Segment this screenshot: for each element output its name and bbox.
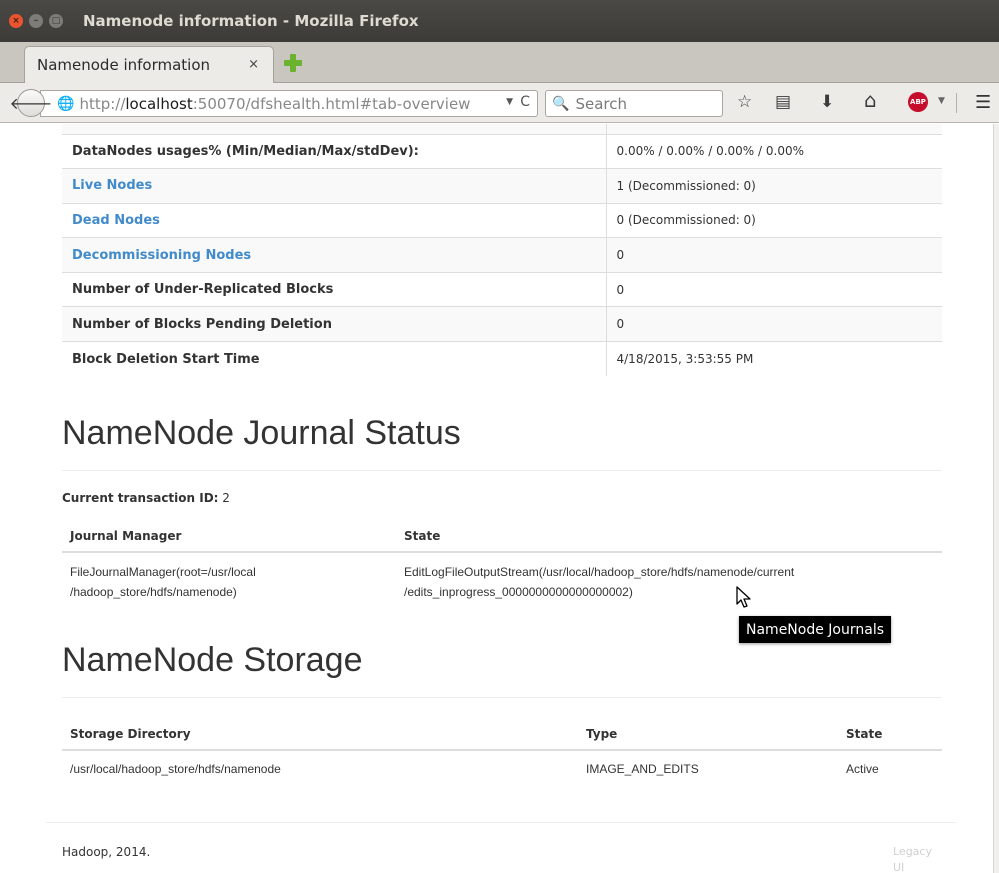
table-header-row: Journal Manager State [62, 521, 942, 553]
tab-namenode-information[interactable]: Namenode information × [24, 46, 274, 83]
table-row: Number of Under-Replicated Blocks 0 [62, 271, 942, 307]
storage-type-cell: IMAGE_AND_EDITS [586, 761, 699, 776]
summary-value: 0.00% / 0.00% / 0.00% / 0.00% [606, 133, 942, 169]
window-maximize-button[interactable]: □ [49, 14, 63, 28]
current-transaction-id: Current transaction ID: 2 [62, 491, 230, 505]
url-text[interactable]: http://localhost:50070/dfshealth.html#ta… [79, 95, 470, 113]
table-row: Block Deletion Start Time 4/18/2015, 3:5… [62, 341, 942, 377]
journal-manager-line: FileJournalManager(root=/usr/local [70, 565, 256, 579]
summary-value: 0 (Decommissioned: 0) [606, 202, 942, 238]
legacy-ui-line: UI [893, 861, 905, 873]
summary-table: DataNodes usages% (Min/Median/Max/stdDev… [62, 124, 942, 377]
window-minimize-button[interactable]: – [29, 14, 43, 28]
summary-key: Live Nodes [62, 168, 607, 204]
url-host: localhost [125, 94, 193, 113]
search-icon: 🔍 [552, 95, 570, 112]
storage-directory-cell: /usr/local/hadoop_store/hdfs/namenode [70, 761, 281, 776]
adblock-dropdown-icon[interactable]: ▼ [938, 96, 945, 106]
summary-cell [62, 124, 607, 134]
summary-key: Decommissioning Nodes [62, 237, 607, 273]
journal-state-cell: EditLogFileOutputStream(/usr/local/hadoo… [396, 552, 942, 611]
table-row: DataNodes usages% (Min/Median/Max/stdDev… [62, 133, 942, 169]
summary-value: 1 (Decommissioned: 0) [606, 168, 942, 204]
decommissioning-nodes-link[interactable]: Decommissioning Nodes [72, 248, 251, 263]
hamburger-menu-icon[interactable]: ☰ [975, 92, 991, 113]
search-bar[interactable]: 🔍 [545, 90, 723, 117]
history-dropdown-icon[interactable]: ▼ [506, 97, 513, 107]
new-tab-plus-icon[interactable] [283, 53, 303, 73]
vertical-scrollbar[interactable] [993, 124, 999, 873]
window-title: Namenode information - Mozilla Firefox [83, 12, 419, 30]
table-row: Decommissioning Nodes 0 [62, 237, 942, 273]
toolbar-separator [956, 93, 957, 113]
reload-icon[interactable]: C [520, 94, 530, 110]
downloads-icon[interactable]: ⬇ [820, 92, 834, 112]
home-icon[interactable]: ⌂ [864, 90, 877, 110]
table-row: Live Nodes 1 (Decommissioned: 0) [62, 168, 942, 204]
divider [62, 470, 942, 471]
tab-strip: Namenode information × [0, 42, 999, 83]
legacy-ui-line: Legacy [893, 845, 932, 858]
column-header: Storage Directory [62, 719, 578, 751]
table-row: Number of Blocks Pending Deletion 0 [62, 306, 942, 342]
column-header: Journal Manager [62, 521, 396, 553]
journal-state-line: EditLogFileOutputStream(/usr/local/hadoo… [404, 565, 795, 579]
journal-manager-cell: FileJournalManager(root=/usr/local /hado… [62, 552, 396, 611]
navigation-toolbar: 🌐 http://localhost:50070/dfshealth.html#… [0, 83, 999, 123]
summary-value: 4/18/2015, 3:53:55 PM [606, 341, 942, 377]
globe-icon[interactable]: 🌐 [57, 96, 74, 112]
tab-close-icon[interactable]: × [248, 57, 259, 72]
table-row: /usr/local/hadoop_store/hdfs/namenode IM… [62, 750, 942, 786]
mouse-cursor-icon [736, 586, 751, 608]
url-scheme: http:// [79, 94, 126, 113]
summary-value: 0 [606, 237, 942, 273]
summary-key: DataNodes usages% (Min/Median/Max/stdDev… [62, 133, 607, 169]
back-button[interactable]: 🡐 [10, 89, 52, 117]
adblock-plus-icon[interactable]: ABP [908, 92, 928, 112]
namenode-journals-tooltip: NameNode Journals [739, 616, 892, 643]
url-path: :50070/dfshealth.html#tab-overview [192, 94, 471, 113]
storage-state-cell: Active [846, 761, 879, 776]
summary-value: 0 [606, 306, 942, 342]
summary-key: Number of Blocks Pending Deletion [62, 306, 607, 342]
table-row [62, 124, 942, 134]
txid-label: Current transaction ID: [62, 491, 219, 505]
summary-key: Dead Nodes [62, 202, 607, 238]
journal-manager-line: /hadoop_store/hdfs/namenode) [70, 585, 237, 599]
footer-divider [46, 822, 956, 823]
storage-table: Storage Directory Type State /usr/local/… [62, 719, 942, 786]
table-row: Dead Nodes 0 (Decommissioned: 0) [62, 202, 942, 238]
page-content: DataNodes usages% (Min/Median/Max/stdDev… [0, 124, 999, 873]
summary-key: Number of Under-Replicated Blocks [62, 271, 607, 307]
divider [62, 697, 942, 698]
column-header: Type [578, 719, 838, 751]
summary-cell [606, 124, 942, 134]
journal-table: Journal Manager State FileJournalManager… [62, 521, 942, 611]
search-input[interactable] [575, 94, 716, 113]
column-header: State [838, 719, 942, 751]
dead-nodes-link[interactable]: Dead Nodes [72, 213, 160, 228]
summary-key: Block Deletion Start Time [62, 341, 607, 377]
tab-title: Namenode information [37, 56, 211, 74]
back-arrow-icon: 🡐 [9, 94, 53, 113]
legacy-ui-link[interactable]: Legacy UI [893, 844, 953, 873]
window-close-button[interactable]: × [9, 14, 23, 28]
table-row: FileJournalManager(root=/usr/local /hado… [62, 552, 942, 611]
journal-state-line: /edits_inprogress_0000000000000000002) [404, 585, 633, 599]
table-header-row: Storage Directory Type State [62, 719, 942, 751]
window-title-bar: × – □ Namenode information - Mozilla Fir… [0, 0, 999, 42]
storage-heading: NameNode Storage [62, 641, 363, 679]
txid-value: 2 [222, 491, 230, 505]
journal-status-heading: NameNode Journal Status [62, 414, 461, 452]
column-header: State [396, 521, 942, 553]
live-nodes-link[interactable]: Live Nodes [72, 178, 152, 193]
bookmark-star-icon[interactable]: ☆ [737, 92, 752, 112]
url-bar[interactable]: 🌐 http://localhost:50070/dfshealth.html#… [40, 90, 538, 117]
reading-list-icon[interactable]: ▤ [775, 92, 791, 112]
footer-text: Hadoop, 2014. [62, 845, 151, 859]
summary-value: 0 [606, 271, 942, 307]
